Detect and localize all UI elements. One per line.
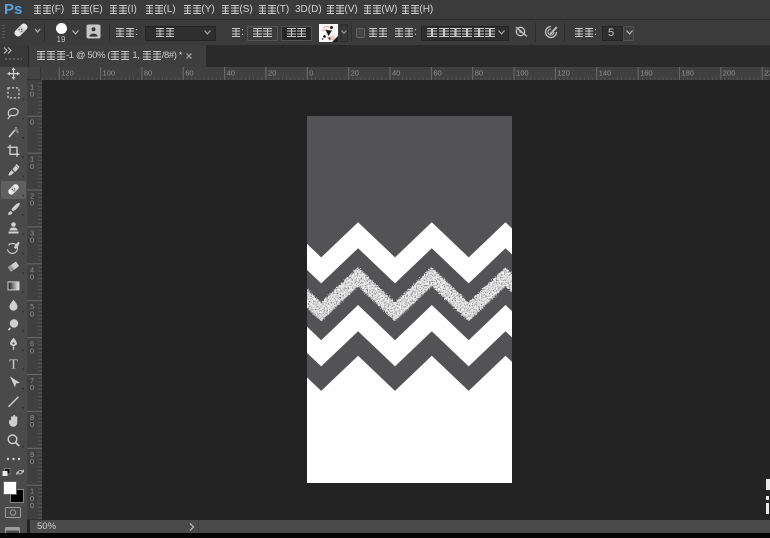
- svg-text:T: T: [9, 358, 18, 373]
- svg-text:80: 80: [475, 68, 483, 77]
- svg-text:60: 60: [185, 68, 193, 77]
- svg-text:180: 180: [681, 68, 694, 77]
- svg-text:0: 0: [30, 118, 34, 127]
- svg-text:120: 120: [557, 68, 570, 77]
- svg-text:160: 160: [640, 68, 653, 77]
- svg-text:0: 0: [30, 420, 34, 429]
- svg-text:20: 20: [268, 68, 276, 77]
- svg-text:140: 140: [599, 68, 612, 77]
- svg-text:120: 120: [61, 68, 74, 77]
- svg-text:0: 0: [30, 501, 34, 510]
- svg-text:0: 0: [30, 236, 34, 245]
- svg-text:100: 100: [103, 68, 116, 77]
- svg-text:20: 20: [351, 68, 359, 77]
- svg-text:100: 100: [516, 68, 529, 77]
- svg-text:60: 60: [433, 68, 441, 77]
- svg-text:40: 40: [392, 68, 400, 77]
- svg-text:80: 80: [144, 68, 152, 77]
- svg-text:0: 0: [30, 457, 34, 466]
- svg-text:0: 0: [309, 68, 313, 77]
- svg-text:0: 0: [30, 162, 34, 171]
- svg-text:0: 0: [30, 273, 34, 282]
- svg-text:0: 0: [30, 199, 34, 208]
- svg-text:200: 200: [723, 68, 736, 77]
- svg-text:0: 0: [30, 309, 34, 318]
- svg-text:0: 0: [30, 383, 34, 392]
- svg-text:0: 0: [30, 346, 34, 355]
- svg-text:0: 0: [30, 90, 34, 99]
- svg-text:40: 40: [227, 68, 235, 77]
- svg-text:220: 220: [764, 68, 770, 77]
